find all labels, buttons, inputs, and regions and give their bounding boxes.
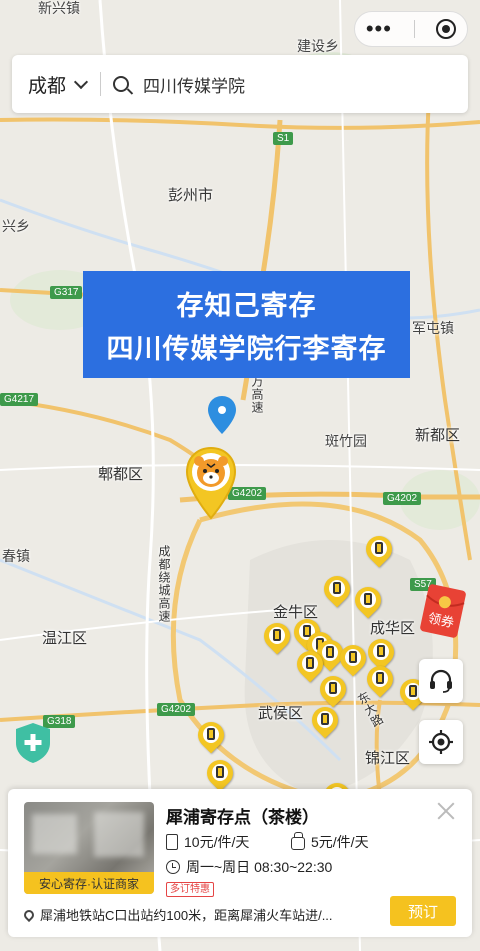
- address-text: 犀浦地铁站C口出站约100米，距离犀浦火车站进/...: [40, 908, 333, 923]
- luggage-pin-icon[interactable]: [258, 617, 296, 657]
- luggage-pin-icon[interactable]: [314, 670, 352, 710]
- store-photo[interactable]: 安心寄存·认证商家: [24, 802, 154, 894]
- place-jianshexiang: 建设乡: [297, 38, 339, 54]
- place-xindou: 新都区: [415, 427, 461, 444]
- luggage-pin-icon[interactable]: [318, 570, 356, 610]
- headset-icon: [430, 669, 452, 693]
- search-icon: [113, 76, 130, 92]
- discount-badge: 多订特惠: [166, 882, 214, 897]
- search-input[interactable]: 四川传媒学院: [143, 72, 245, 97]
- bag-icon: [291, 832, 305, 850]
- shield-icon[interactable]: [13, 721, 53, 765]
- luggage-pin-icon[interactable]: [361, 660, 399, 700]
- road-badge-g4202-c: G4202: [157, 703, 196, 716]
- luggage-pin-icon[interactable]: [192, 716, 230, 756]
- opening-hours: 周一~周日 08:30~22:30: [166, 857, 332, 877]
- road-name-ring: 成都绕城高速: [157, 545, 171, 623]
- luggage-pin-icon[interactable]: [306, 701, 344, 741]
- hours-text: 周一~周日 08:30~22:30: [186, 859, 333, 875]
- suitcase-icon: [166, 834, 178, 850]
- road-name-expressway: 万高速: [250, 375, 264, 414]
- place-pengzhou: 彭州市: [168, 187, 214, 204]
- place-xinxingzhen: 新兴镇: [38, 0, 80, 16]
- place-chunzhen: 春镇: [2, 548, 30, 564]
- banner-line-1: 存知己寄存: [176, 290, 317, 321]
- coupon-button[interactable]: 领券: [418, 583, 468, 639]
- customer-service-button[interactable]: [419, 659, 463, 703]
- mini-program-capsule: •••: [354, 11, 468, 47]
- location-icon: [21, 907, 37, 922]
- price-suitcase-text: 10元/件/天: [184, 834, 250, 850]
- more-dots-icon[interactable]: •••: [366, 18, 392, 40]
- banner-line-2: 四川传媒学院行李寄存: [106, 333, 387, 364]
- locate-button[interactable]: [419, 720, 463, 764]
- store-name: 犀浦寄存点（茶楼）: [166, 808, 319, 827]
- close-icon[interactable]: [436, 801, 456, 821]
- clock-icon: [166, 860, 180, 874]
- city-selector[interactable]: 成都: [28, 71, 89, 98]
- luggage-pin-icon[interactable]: [360, 530, 398, 570]
- search-divider: [100, 72, 102, 96]
- place-jinjiang: 锦江区: [365, 750, 411, 767]
- place-wuhou: 武侯区: [258, 705, 304, 722]
- place-pidu: 郫都区: [98, 466, 144, 483]
- place-wenjiang: 温江区: [42, 630, 88, 647]
- luggage-pin-icon[interactable]: [334, 639, 372, 679]
- price-bag: 5元/件/天: [291, 832, 369, 852]
- capsule-divider: [413, 20, 415, 38]
- promo-banner: 存知己寄存 四川传媒学院行李寄存: [83, 271, 410, 378]
- search-result-pin-icon[interactable]: [208, 396, 236, 434]
- tiger-pin-icon[interactable]: [185, 446, 237, 520]
- road-badge-g4202-b: G4202: [383, 492, 422, 505]
- exit-target-icon[interactable]: [436, 19, 457, 39]
- chevron-down-icon: [73, 74, 89, 89]
- road-badge-g4217: G4217: [0, 393, 39, 406]
- place-banzhuyuan: 斑竹园: [325, 433, 367, 449]
- book-button[interactable]: 预订: [390, 896, 456, 926]
- place-xingxiang: 兴乡: [2, 218, 30, 234]
- certified-merchant-tag: 安心寄存·认证商家: [24, 872, 154, 894]
- road-badge-g317: G317: [50, 286, 83, 299]
- city-label: 成都: [28, 75, 67, 97]
- place-juntunzhen: 军屯镇: [412, 320, 454, 336]
- locate-icon: [429, 730, 453, 754]
- road-badge-s1: S1: [273, 132, 294, 145]
- price-bag-text: 5元/件/天: [311, 834, 369, 850]
- price-suitcase: 10元/件/天: [166, 832, 249, 852]
- luggage-pin-icon[interactable]: [349, 581, 387, 621]
- store-card[interactable]: 安心寄存·认证商家 犀浦寄存点（茶楼） 10元/件/天 5元/件/天 周一~周日…: [8, 789, 472, 937]
- red-envelope-icon: 领券: [420, 584, 466, 638]
- store-address: 犀浦地铁站C口出站约100米，距离犀浦火车站进/...: [21, 905, 333, 924]
- search-bar: 成都 四川传媒学院: [12, 55, 468, 113]
